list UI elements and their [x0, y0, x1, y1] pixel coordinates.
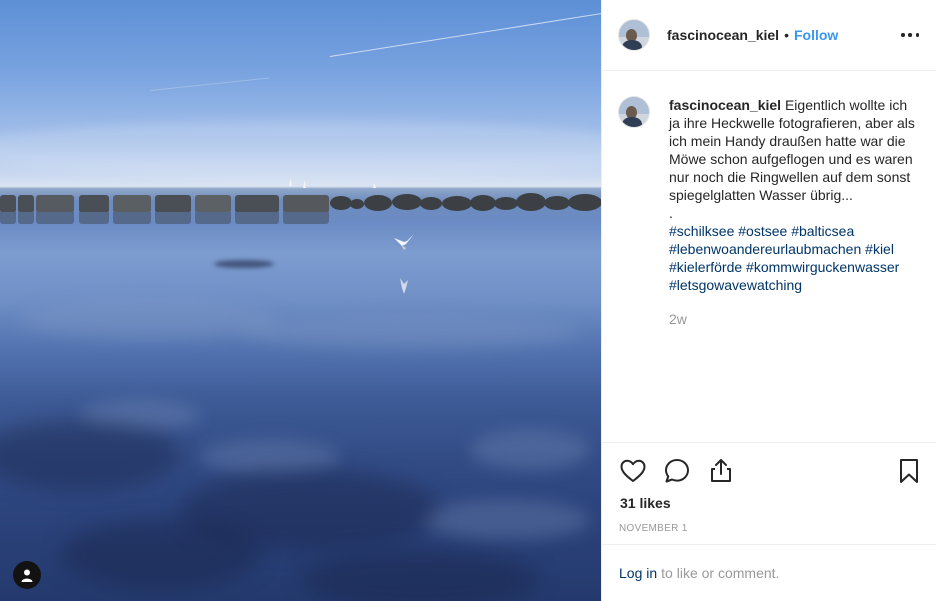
caption-dot: . [669, 205, 673, 221]
action-bar [602, 443, 936, 499]
post-date: NOVEMBER 1 [619, 523, 688, 534]
cloud-reflection [240, 315, 580, 350]
sailboat [303, 180, 306, 188]
seagull-reflection [400, 278, 408, 294]
caption-username[interactable]: fascinocean_kiel [669, 97, 781, 113]
bookmark-icon[interactable] [895, 457, 923, 485]
water-shadow [0, 420, 180, 490]
hashtag-link[interactable]: #ostsee [738, 223, 787, 239]
cloud-reflection [470, 430, 590, 470]
sailboat [373, 183, 376, 188]
avatar[interactable] [618, 19, 650, 51]
hashtag-link[interactable]: #kiel [865, 241, 894, 257]
separator-dot: • [784, 27, 789, 43]
caption: fascinocean_kiel Eigentlich wollte ich j… [618, 96, 921, 328]
post-sidebar: fascinocean_kiel • Follow fascinocean_ki… [601, 0, 936, 601]
time-ago[interactable]: 2w [669, 310, 919, 328]
sky-haze [0, 120, 601, 180]
caption-text-block: fascinocean_kiel Eigentlich wollte ich j… [669, 96, 919, 328]
hashtag-link[interactable]: #balticsea [791, 223, 854, 239]
post-photo[interactable] [0, 0, 601, 601]
hashtag-link[interactable]: #schilksee [669, 223, 734, 239]
hashtag-link[interactable]: #kommwirguckenwasser [746, 259, 899, 275]
cloud-reflection [200, 440, 340, 474]
login-prompt-text: to like or comment. [661, 565, 780, 581]
user-tag-button[interactable] [13, 561, 41, 589]
hashtag-link[interactable]: #kielerförde [669, 259, 742, 275]
cloud-reflection [420, 500, 590, 540]
contrail [149, 77, 270, 91]
seagull [394, 234, 414, 250]
user-icon [21, 569, 33, 582]
avatar[interactable] [618, 96, 650, 128]
hashtag-link[interactable]: #letsgowavewatching [669, 277, 802, 293]
breakwater [0, 192, 601, 224]
login-link[interactable]: Log in [619, 565, 657, 581]
hashtag-link[interactable]: #lebenwoandereurlaubmachen [669, 241, 861, 257]
contrail [329, 12, 601, 57]
water-shadow [300, 550, 540, 601]
login-prompt: Log in to like or comment. [602, 544, 936, 601]
water-shadow [60, 520, 260, 590]
comment-icon[interactable] [663, 457, 691, 485]
share-icon[interactable] [707, 457, 735, 485]
water-shadow [214, 260, 274, 268]
comments-area: fascinocean_kiel Eigentlich wollte ich j… [602, 72, 936, 442]
header-username[interactable]: fascinocean_kiel [667, 27, 779, 43]
likes-count[interactable]: 31 likes [620, 495, 671, 511]
more-options-icon[interactable] [901, 29, 919, 41]
follow-button[interactable]: Follow [794, 27, 838, 43]
post-header: fascinocean_kiel • Follow [602, 0, 936, 71]
post-actions: 31 likes NOVEMBER 1 [602, 442, 936, 534]
heart-icon[interactable] [619, 457, 647, 485]
